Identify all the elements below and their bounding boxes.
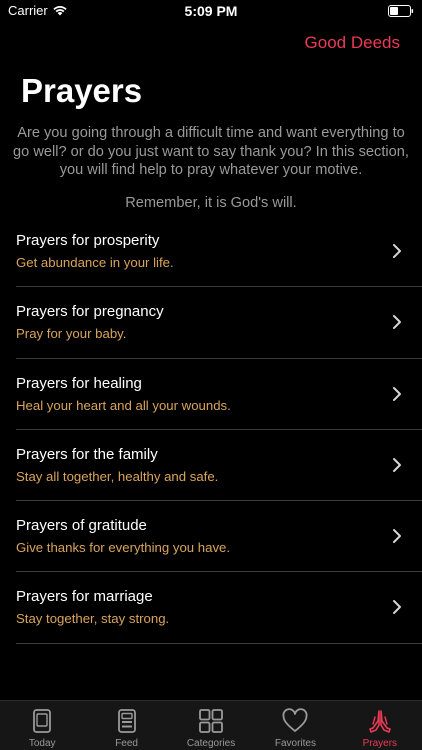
- tab-prayers[interactable]: Prayers: [338, 701, 422, 750]
- prayer-row-family[interactable]: Prayers for the family Stay all together…: [0, 430, 422, 502]
- chevron-right-icon: [393, 457, 401, 472]
- tab-label: Feed: [115, 738, 138, 749]
- row-subtitle: Stay together, stay strong.: [16, 611, 170, 627]
- tab-favorites[interactable]: Favorites: [253, 701, 337, 750]
- heart-icon: [282, 708, 308, 732]
- row-title: Prayers for the family: [16, 445, 158, 463]
- prayer-row-gratitude[interactable]: Prayers of gratitude Give thanks for eve…: [0, 501, 422, 573]
- prayer-row-healing[interactable]: Prayers for healing Heal your heart and …: [0, 359, 422, 431]
- row-subtitle: Give thanks for everything you have.: [16, 540, 231, 556]
- prayer-list: Prayers for prosperity Get abundance in …: [0, 216, 422, 645]
- intro-text: Are you going through a difficult time a…: [13, 125, 409, 178]
- tab-label: Favorites: [274, 738, 316, 749]
- battery-icon: [388, 5, 414, 17]
- chevron-right-icon: [393, 529, 401, 544]
- tab-bar: Today Feed Categories Favorites Prayers: [0, 700, 422, 750]
- tab-categories[interactable]: Categories: [169, 701, 253, 750]
- status-bar: Carrier 5:09 PM: [0, 0, 422, 22]
- page-title: Prayers: [21, 72, 143, 109]
- tab-label: Categories: [186, 738, 236, 749]
- status-time: 5:09 PM: [184, 3, 238, 19]
- row-title: Prayers for pregnancy: [16, 303, 164, 321]
- grid-icon: [199, 709, 223, 733]
- row-title: Prayers for healing: [16, 374, 142, 392]
- chevron-right-icon: [393, 386, 401, 401]
- chevron-right-icon: [393, 600, 401, 615]
- tab-label: Prayers: [362, 738, 398, 749]
- chevron-right-icon: [393, 315, 401, 330]
- row-subtitle: Heal your heart and all your wounds.: [16, 397, 231, 413]
- book-icon: [33, 709, 52, 733]
- tab-label: Today: [28, 738, 56, 749]
- chevron-right-icon: [393, 244, 401, 258]
- good-deeds-button[interactable]: Good Deeds: [305, 33, 400, 53]
- row-title: Prayers for prosperity: [16, 232, 160, 249]
- praying-hands-icon: [369, 710, 391, 733]
- row-subtitle: Pray for your baby.: [16, 326, 127, 342]
- prayer-row-pregnancy[interactable]: Prayers for pregnancy Pray for your baby…: [0, 287, 422, 359]
- document-icon: [117, 709, 136, 733]
- row-subtitle: Stay all together, healthy and safe.: [16, 468, 219, 484]
- remember-text: Remember, it is God's will.: [125, 195, 297, 211]
- row-subtitle: Get abundance in your life.: [16, 255, 174, 270]
- tab-today[interactable]: Today: [0, 701, 84, 750]
- prayers-screen: Carrier 5:09 PM Good Deeds Prayers Are y…: [0, 0, 422, 750]
- prayer-row-prosperity[interactable]: Prayers for prosperity Get abundance in …: [0, 216, 422, 288]
- prayer-row-marriage[interactable]: Prayers for marriage Stay together, stay…: [0, 572, 422, 645]
- row-title: Prayers for marriage: [16, 588, 153, 606]
- tab-feed[interactable]: Feed: [84, 701, 168, 750]
- row-title: Prayers of gratitude: [16, 517, 147, 535]
